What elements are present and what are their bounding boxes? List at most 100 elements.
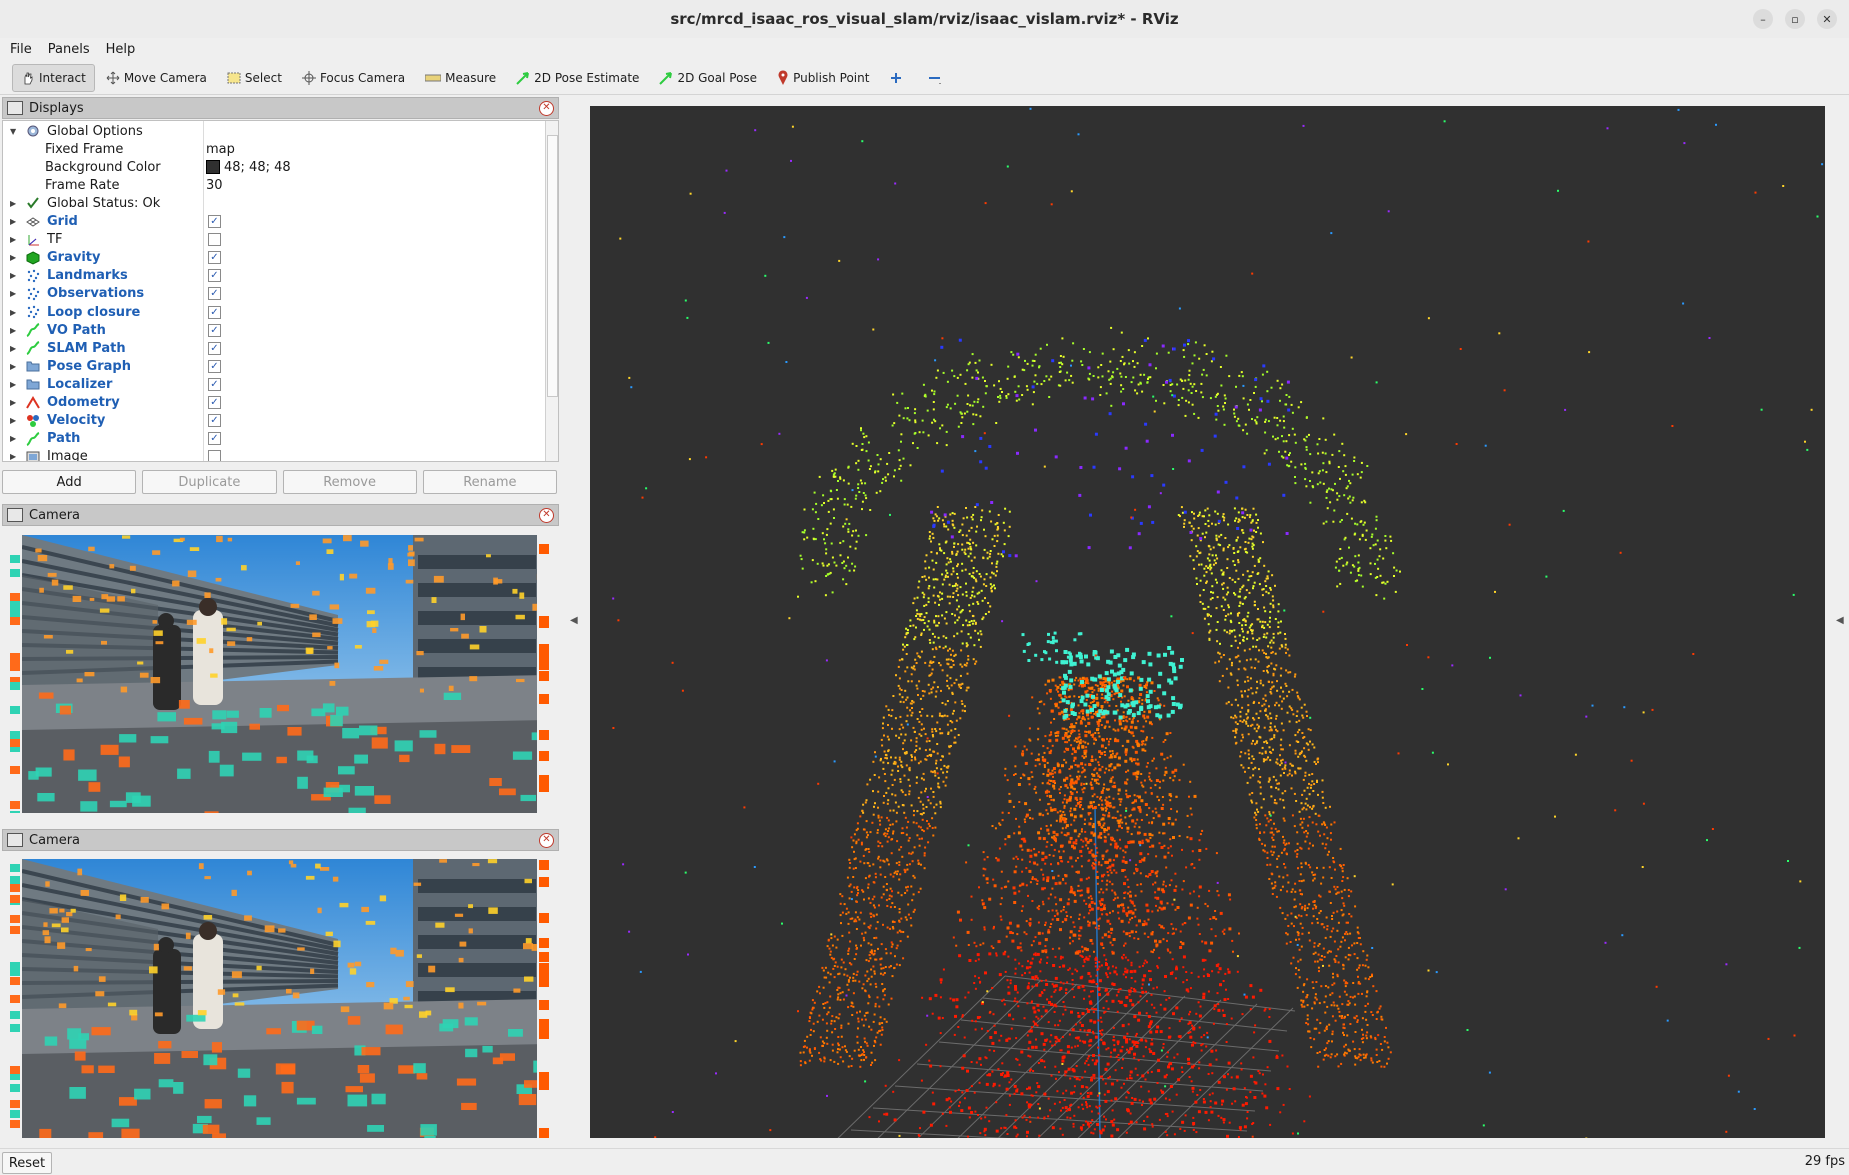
display-checkbox[interactable]: ✓ bbox=[208, 432, 221, 445]
expand-arrow-icon[interactable]: ▶ bbox=[10, 199, 16, 208]
expand-arrow-icon[interactable]: ▶ bbox=[10, 380, 16, 389]
display-item-observations[interactable]: ▶Observations✓ bbox=[3, 285, 543, 303]
display-item-tf[interactable]: ▶TF bbox=[3, 231, 543, 249]
close-icon[interactable]: ✕ bbox=[539, 101, 554, 116]
display-checkbox[interactable] bbox=[208, 233, 221, 246]
display-item-landmarks[interactable]: ▶Landmarks✓ bbox=[3, 267, 543, 285]
background-color-row[interactable]: Background Color48; 48; 48 bbox=[3, 158, 543, 176]
focus-camera-button[interactable]: Focus Camera bbox=[293, 64, 414, 92]
expand-arrow-icon[interactable]: ▼ bbox=[10, 127, 16, 136]
displays-tree[interactable]: ▼Global Options Fixed Frame mapBackground … bbox=[2, 120, 559, 462]
menu-panels[interactable]: Panels bbox=[48, 42, 90, 57]
camera-panel-icon bbox=[7, 508, 23, 522]
display-item-gravity[interactable]: ▶ Gravity ✓ bbox=[3, 249, 543, 267]
pose-estimate-button[interactable]: 2D Pose Estimate bbox=[507, 64, 648, 92]
close-icon[interactable]: ✕ bbox=[539, 833, 554, 848]
display-checkbox[interactable]: ✓ bbox=[208, 324, 221, 337]
property-value[interactable]: map bbox=[206, 142, 235, 157]
display-checkbox[interactable]: ✓ bbox=[208, 378, 221, 391]
rename-button[interactable]: Rename bbox=[423, 470, 557, 494]
row-label: Global Status: Ok bbox=[47, 196, 160, 211]
camera-panel-header-1: Camera ✕ bbox=[2, 504, 559, 526]
expand-arrow-icon[interactable]: ▶ bbox=[10, 217, 16, 226]
expand-arrow-icon[interactable]: ▶ bbox=[10, 289, 16, 298]
display-checkbox[interactable]: ✓ bbox=[208, 269, 221, 282]
displays-scrollbar[interactable] bbox=[545, 121, 558, 461]
display-item-vo-path[interactable]: ▶ VO Path ✓ bbox=[3, 321, 543, 339]
global-status-row[interactable]: ▶ Global Status: Ok bbox=[3, 194, 543, 212]
display-item-localizer[interactable]: ▶Localizer✓ bbox=[3, 375, 543, 393]
display-checkbox[interactable]: ✓ bbox=[208, 360, 221, 373]
display-checkbox[interactable]: ✓ bbox=[208, 342, 221, 355]
property-label: Fixed Frame bbox=[45, 142, 123, 157]
point-cloud bbox=[590, 106, 1825, 1138]
display-item-loop-closure[interactable]: ▶Loop closure✓ bbox=[3, 303, 543, 321]
menu-file[interactable]: File bbox=[10, 42, 32, 57]
expand-arrow-icon[interactable]: ▶ bbox=[10, 452, 16, 461]
add-button[interactable]: Add bbox=[2, 470, 136, 494]
expand-arrow-icon[interactable]: ▶ bbox=[10, 271, 16, 280]
global-options-row[interactable]: ▼Global Options bbox=[3, 122, 543, 140]
select-button[interactable]: Select bbox=[218, 64, 291, 92]
expand-arrow-icon[interactable]: ▶ bbox=[10, 362, 16, 371]
display-checkbox[interactable] bbox=[208, 450, 221, 462]
monitor-icon bbox=[7, 101, 23, 115]
remove-tool-button[interactable] bbox=[918, 64, 956, 92]
loop-closure-icon bbox=[25, 305, 41, 319]
goal-pose-button[interactable]: 2D Goal Pose bbox=[650, 64, 766, 92]
close-icon[interactable]: ✕ bbox=[539, 508, 554, 523]
display-checkbox[interactable]: ✓ bbox=[208, 396, 221, 409]
display-checkbox[interactable]: ✓ bbox=[208, 251, 221, 264]
minimize-icon[interactable]: – bbox=[1753, 9, 1773, 29]
duplicate-button[interactable]: Duplicate bbox=[142, 470, 276, 494]
expand-arrow-icon[interactable]: ▶ bbox=[10, 235, 16, 244]
display-checkbox[interactable]: ✓ bbox=[208, 306, 221, 319]
maximize-icon[interactable]: ▫ bbox=[1785, 9, 1805, 29]
display-item-velocity[interactable]: ▶Velocity✓ bbox=[3, 412, 543, 430]
display-item-grid[interactable]: ▶Grid✓ bbox=[3, 213, 543, 231]
collapse-right-icon[interactable]: ◀ bbox=[1836, 615, 1844, 626]
3d-viewport[interactable] bbox=[590, 106, 1825, 1138]
expand-arrow-icon[interactable]: ▶ bbox=[10, 308, 16, 317]
display-label: Gravity bbox=[47, 250, 100, 265]
camera-panel-title: Camera bbox=[29, 508, 80, 523]
display-item-slam-path[interactable]: ▶SLAM Path✓ bbox=[3, 339, 543, 357]
expand-arrow-icon[interactable]: ▶ bbox=[10, 416, 16, 425]
display-checkbox[interactable]: ✓ bbox=[208, 215, 221, 228]
property-value[interactable]: 30 bbox=[206, 178, 223, 193]
observations-icon bbox=[25, 287, 41, 301]
window-title: src/mrcd_isaac_ros_visual_slam/rviz/isaa… bbox=[670, 10, 1178, 28]
expand-arrow-icon[interactable]: ▶ bbox=[10, 253, 16, 262]
scrollbar-thumb[interactable] bbox=[547, 135, 558, 397]
display-item-path[interactable]: ▶Path✓ bbox=[3, 430, 543, 448]
color-swatch[interactable] bbox=[206, 160, 220, 174]
grid-icon bbox=[25, 215, 41, 229]
display-item-image[interactable]: ▶Image bbox=[3, 448, 543, 462]
expand-arrow-icon[interactable]: ▶ bbox=[10, 326, 16, 335]
publish-point-button[interactable]: Publish Point bbox=[768, 64, 878, 92]
measure-button[interactable]: Measure bbox=[416, 64, 505, 92]
property-label: Frame Rate bbox=[45, 178, 119, 193]
display-checkbox[interactable]: ✓ bbox=[208, 414, 221, 427]
displays-panel-header: Displays ✕ bbox=[2, 97, 559, 119]
expand-arrow-icon[interactable]: ▶ bbox=[10, 344, 16, 353]
display-checkbox[interactable]: ✓ bbox=[208, 287, 221, 300]
fixed-frame-row[interactable]: Fixed Frame map bbox=[3, 140, 543, 158]
expand-arrow-icon[interactable]: ▶ bbox=[10, 398, 16, 407]
path-icon bbox=[25, 323, 41, 337]
property-value[interactable]: 48; 48; 48 bbox=[206, 160, 291, 175]
add-tool-button[interactable] bbox=[880, 64, 916, 92]
display-item-odometry[interactable]: ▶Odometry✓ bbox=[3, 394, 543, 412]
frame-rate-row[interactable]: Frame Rate 30 bbox=[3, 176, 543, 194]
move-camera-button[interactable]: Move Camera bbox=[97, 64, 216, 92]
interact-button[interactable]: Interact bbox=[12, 64, 95, 92]
menu-help[interactable]: Help bbox=[106, 42, 136, 57]
collapse-left-icon[interactable]: ◀ bbox=[570, 615, 578, 626]
display-item-pose-graph[interactable]: ▶Pose Graph✓ bbox=[3, 357, 543, 375]
close-icon[interactable]: ✕ bbox=[1817, 9, 1837, 29]
reset-button[interactable]: Reset bbox=[2, 1152, 52, 1174]
remove-button[interactable]: Remove bbox=[283, 470, 417, 494]
display-label: VO Path bbox=[47, 323, 106, 338]
title-bar: src/mrcd_isaac_ros_visual_slam/rviz/isaa… bbox=[0, 0, 1849, 39]
expand-arrow-icon[interactable]: ▶ bbox=[10, 434, 16, 443]
